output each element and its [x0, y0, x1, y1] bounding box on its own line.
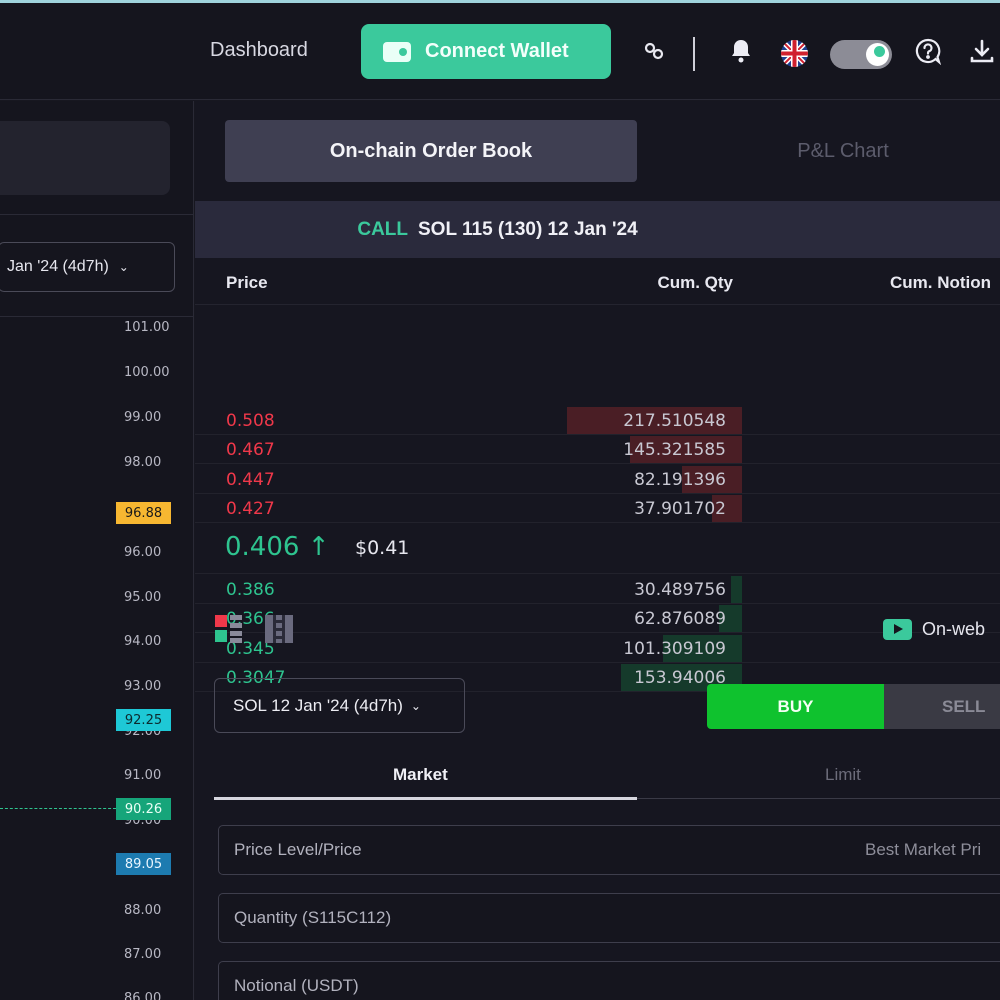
- connect-wallet-button[interactable]: Connect Wallet: [361, 24, 611, 79]
- bid-row[interactable]: 0.366 62.876089: [195, 604, 1000, 633]
- video-icon: [883, 619, 912, 640]
- bell-icon[interactable]: [727, 37, 755, 65]
- trade-expiry-select[interactable]: SOL 12 Jan '24 (4d7h) ⌄: [214, 678, 465, 733]
- bid-depth-bar: [731, 576, 742, 603]
- on-web-label: On-web: [922, 619, 986, 639]
- link-icon[interactable]: [640, 37, 668, 65]
- ask-cum-qty: 82.191396: [634, 470, 726, 490]
- download-icon[interactable]: [968, 37, 996, 65]
- instrument-name: SOL 115 (130) 12 Jan '24: [418, 218, 638, 240]
- quantity-field[interactable]: Quantity (S115C112): [218, 893, 1000, 943]
- book-both-view-icon[interactable]: [214, 614, 244, 644]
- left-divider: [0, 316, 194, 317]
- tab-limit[interactable]: Limit: [825, 765, 861, 785]
- chevron-down-icon: ⌄: [118, 260, 129, 274]
- axis-tick-label: 96.00: [124, 545, 162, 560]
- last-price: 0.406 ↑: [225, 532, 330, 562]
- ask-row[interactable]: 0.427 37.901702: [195, 494, 1000, 523]
- ask-price: 0.447: [226, 470, 275, 490]
- moon-icon: [866, 43, 889, 66]
- price-tag: 90.26: [116, 798, 171, 820]
- ask-price: 0.427: [226, 499, 275, 519]
- last-price-usd: $0.41: [355, 537, 410, 559]
- tab-market[interactable]: Market: [393, 765, 448, 785]
- last-price-row: 0.406 ↑ $0.41: [195, 524, 1000, 574]
- axis-tick-label: 91.00: [124, 768, 162, 783]
- bid-price: 0.386: [226, 580, 275, 600]
- option-type-label: CALL: [357, 218, 408, 240]
- top-header: Dashboard Connect Wallet: [0, 3, 1000, 100]
- price-tag: 92.25: [116, 709, 171, 731]
- axis-tick-label: 99.00: [124, 410, 162, 425]
- buy-button[interactable]: BUY: [707, 684, 884, 729]
- ask-row[interactable]: 0.508 217.510548: [195, 406, 1000, 435]
- price-tag: 96.88: [116, 502, 171, 524]
- quantity-label: Quantity (S115C112): [234, 908, 392, 927]
- bid-row[interactable]: 0.386 30.489756: [195, 575, 1000, 604]
- price-tag: 89.05: [116, 853, 171, 875]
- left-top-box: [0, 121, 170, 195]
- axis-tick-label: 93.00: [124, 679, 162, 694]
- bid-cum-qty: 62.876089: [634, 609, 726, 629]
- chart-expiry-select[interactable]: Jan '24 (4d7h) ⌄: [0, 242, 175, 292]
- bid-cum-qty: 30.489756: [634, 580, 726, 600]
- book-list-view-icon[interactable]: [264, 614, 294, 644]
- sell-button[interactable]: SELL: [884, 684, 1000, 729]
- app-page: Dashboard Connect Wallet Jan '24 (4d7h): [0, 0, 1000, 1000]
- col-header-cum-notional: Cum. Notion: [890, 273, 992, 292]
- order-book-header: Price Cum. Qty Cum. Notion: [195, 261, 1000, 305]
- price-level-field[interactable]: Price Level/Price Best Market Pri: [218, 825, 1000, 875]
- axis-tick-label: 86.00: [124, 991, 162, 1000]
- header-divider: [693, 37, 695, 71]
- current-price-line: [0, 808, 116, 809]
- ask-cum-qty: 217.510548: [623, 411, 726, 431]
- bid-cum-qty: 101.309109: [623, 639, 726, 659]
- uk-flag-icon[interactable]: [781, 40, 808, 67]
- nav-dashboard-link[interactable]: Dashboard: [210, 39, 308, 62]
- help-icon[interactable]: [914, 37, 942, 65]
- arrow-up-icon: ↑: [307, 532, 330, 562]
- axis-tick-label: 87.00: [124, 947, 162, 962]
- price-level-value: Best Market Pri: [865, 840, 982, 859]
- tab-pnl-chart[interactable]: P&L Chart: [637, 120, 1000, 182]
- col-header-price: Price: [226, 273, 268, 292]
- chevron-down-icon: ⌄: [410, 698, 421, 713]
- left-divider: [0, 214, 194, 215]
- wallet-icon: [383, 41, 411, 62]
- axis-tick-label: 98.00: [124, 455, 162, 470]
- price-level-label: Price Level/Price: [234, 840, 362, 859]
- col-header-cum-qty: Cum. Qty: [657, 273, 733, 292]
- notional-label: Notional (USDT): [234, 976, 359, 995]
- bid-row[interactable]: 0.345 101.309109: [195, 634, 1000, 663]
- axis-tick-label: 101.00: [124, 320, 170, 335]
- notional-field[interactable]: Notional (USDT): [218, 961, 1000, 1000]
- axis-tick-label: 100.00: [124, 365, 170, 380]
- ask-cum-qty: 145.321585: [623, 440, 726, 460]
- tab-order-book[interactable]: On-chain Order Book: [225, 120, 637, 182]
- ask-cum-qty: 37.901702: [634, 499, 726, 519]
- axis-tick-label: 95.00: [124, 590, 162, 605]
- ask-row[interactable]: 0.467 145.321585: [195, 435, 1000, 464]
- ask-row[interactable]: 0.447 82.191396: [195, 465, 1000, 494]
- ask-price: 0.467: [226, 440, 275, 460]
- theme-toggle[interactable]: [830, 40, 892, 69]
- trade-expiry-label: SOL 12 Jan '24 (4d7h): [233, 695, 403, 715]
- active-tab-indicator: [214, 797, 637, 800]
- instrument-bar: CALL SOL 115 (130) 12 Jan '24: [195, 201, 1000, 258]
- axis-tick-label: 94.00: [124, 634, 162, 649]
- on-web-link[interactable]: On-web: [883, 619, 985, 640]
- chart-expiry-label: Jan '24 (4d7h): [7, 258, 109, 275]
- axis-tick-label: 88.00: [124, 903, 162, 918]
- ask-price: 0.508: [226, 411, 275, 431]
- connect-wallet-label: Connect Wallet: [425, 40, 569, 62]
